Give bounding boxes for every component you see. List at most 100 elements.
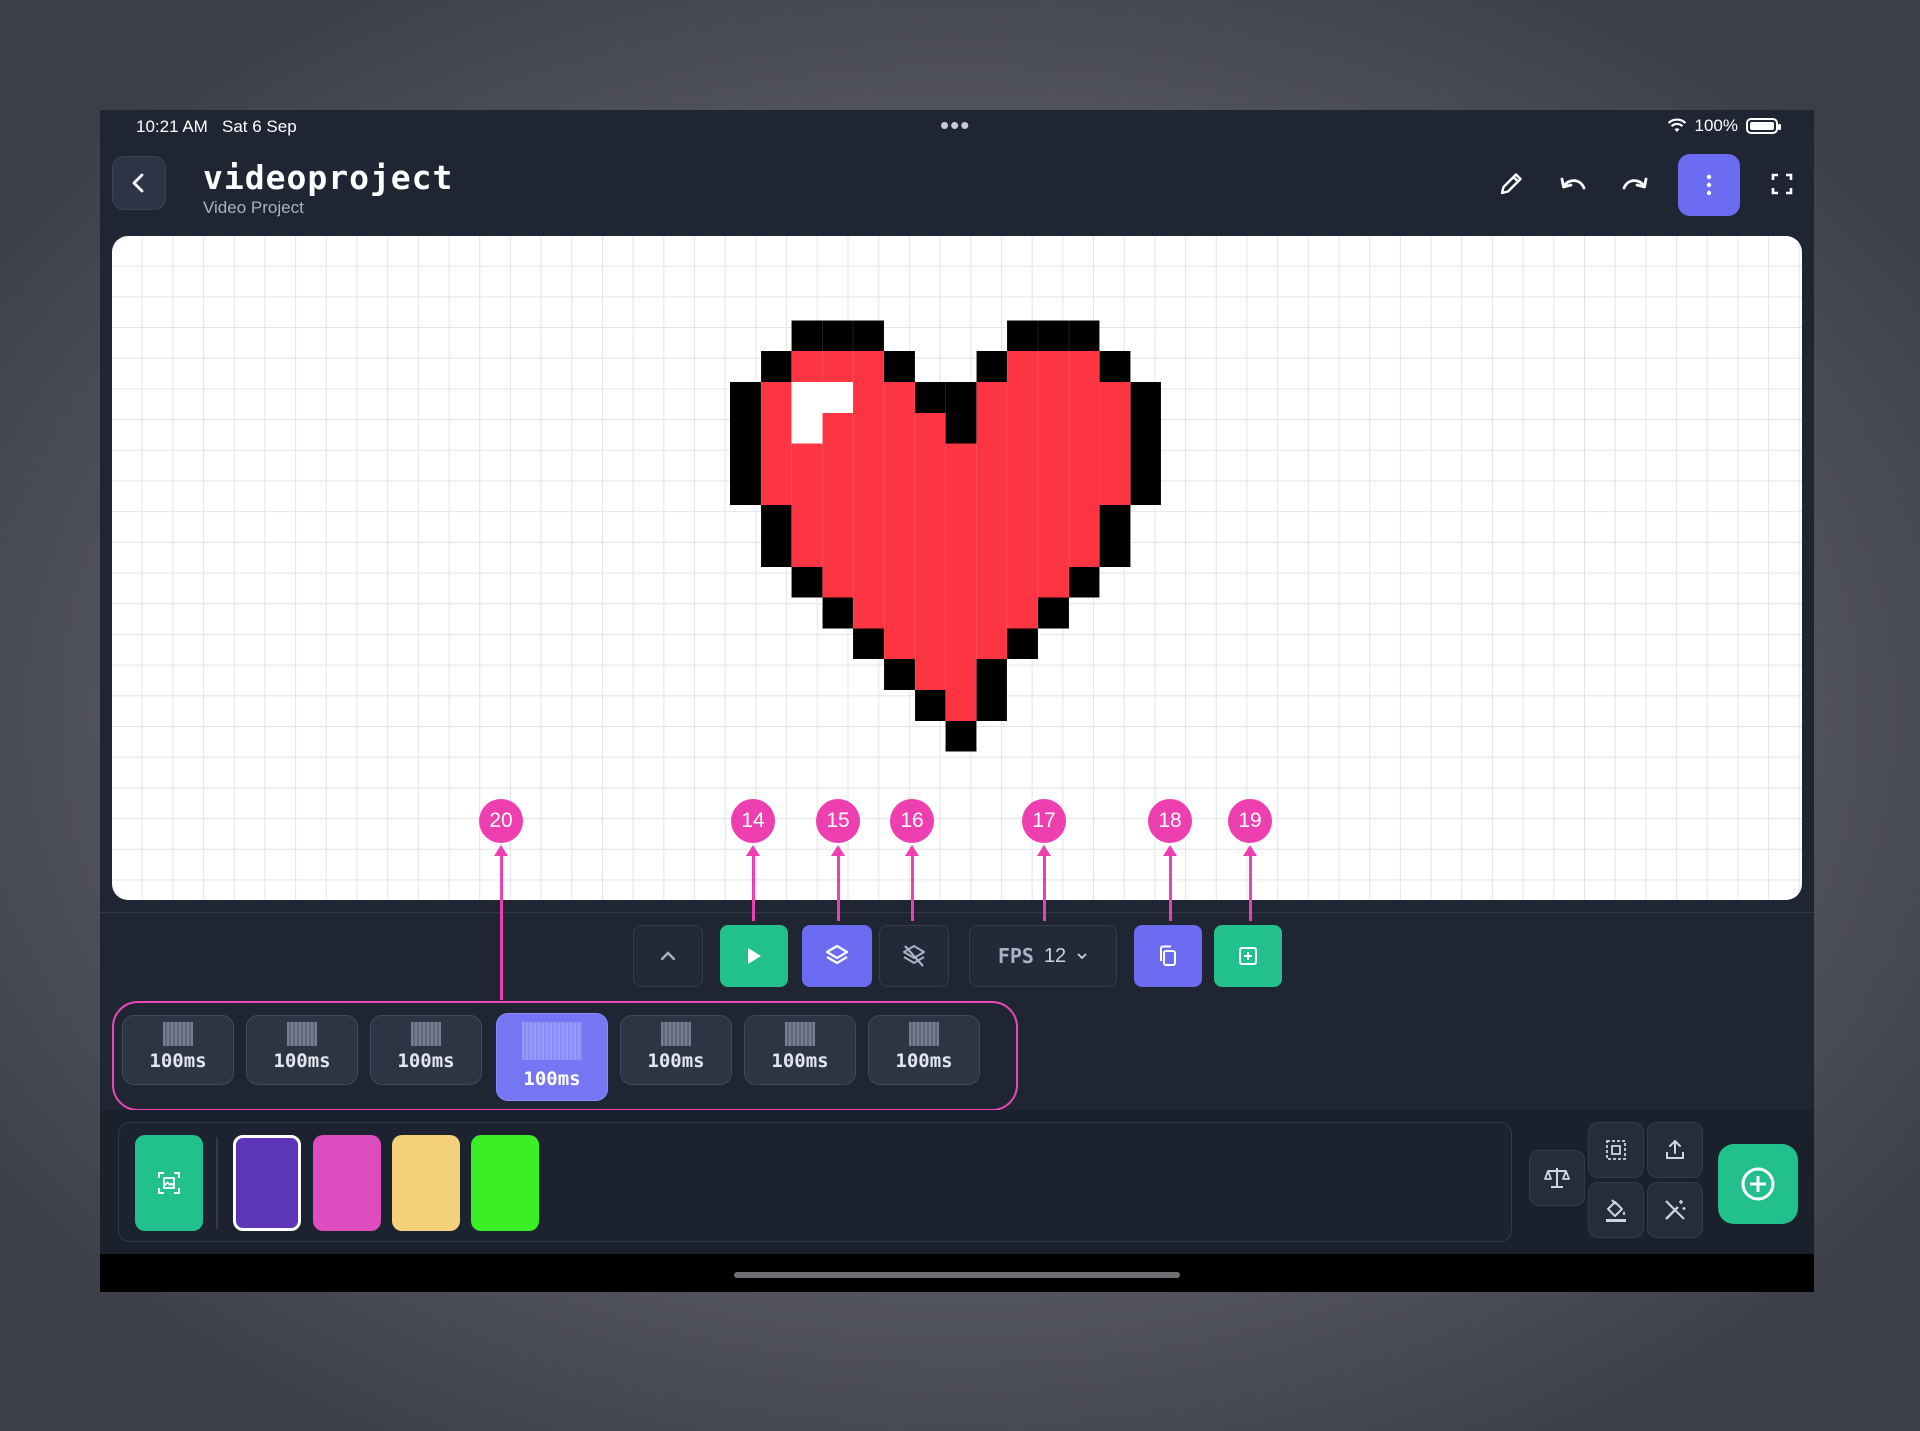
heart-pixel: [1130, 443, 1162, 475]
heart-pixel: [1068, 320, 1100, 352]
color-swatch-selected[interactable]: [233, 1135, 301, 1231]
layers-off-button[interactable]: [879, 925, 949, 987]
drawing-canvas[interactable]: [112, 236, 1802, 900]
callout-14: 14: [731, 799, 775, 843]
heart-pixel: [1007, 566, 1038, 598]
frame-thumbnail: [661, 1022, 691, 1046]
heart-pixel: [853, 566, 884, 598]
heart-pixel: [760, 536, 792, 567]
color-swatch[interactable]: [471, 1135, 539, 1231]
heart-pixel: [853, 474, 884, 506]
magic-clear-button[interactable]: [1647, 1182, 1703, 1238]
heart-pixel: [976, 597, 1008, 629]
frame-item[interactable]: 100ms: [122, 1015, 234, 1085]
frame-item[interactable]: 100ms: [246, 1015, 358, 1085]
add-button[interactable]: [1718, 1144, 1798, 1224]
undo-button[interactable]: [1551, 162, 1595, 206]
heart-pixel: [1038, 505, 1069, 536]
fps-label: FPS: [997, 944, 1034, 968]
frame-item-active[interactable]: 100ms: [496, 1013, 608, 1101]
heart-pixel: [1007, 443, 1038, 475]
heart-pixel: [976, 474, 1008, 506]
heart-pixel: [914, 412, 946, 444]
heart-pixel: [976, 412, 1008, 444]
frame-item[interactable]: 100ms: [370, 1015, 482, 1085]
heart-pixel: [884, 536, 915, 567]
heart-pixel: [914, 443, 946, 475]
select-area-button[interactable]: [1588, 1122, 1644, 1178]
image-import-button[interactable]: [135, 1135, 203, 1231]
heart-pixel: [945, 443, 977, 475]
play-button[interactable]: [720, 925, 788, 987]
chevron-down-icon: [1077, 953, 1087, 960]
heart-pixel: [884, 566, 915, 598]
heart-pixel: [822, 597, 854, 629]
heart-pixel: [822, 474, 854, 506]
heart-pixel: [730, 412, 761, 444]
heart-pixel: [945, 690, 977, 721]
heart-pixel: [760, 412, 792, 444]
chevron-up-icon: [660, 951, 676, 961]
fill-tool-button[interactable]: [1588, 1182, 1644, 1238]
multitask-dots[interactable]: •••: [940, 110, 970, 141]
heart-pixel: [1038, 382, 1069, 413]
heart-pixel: [1068, 505, 1100, 536]
pencil-button[interactable]: [1489, 162, 1533, 206]
balance-button[interactable]: [1529, 1150, 1585, 1206]
wifi-icon: [1667, 118, 1686, 132]
color-swatch[interactable]: [392, 1135, 460, 1231]
heart-pixel: [1007, 474, 1038, 506]
heart-pixel: [791, 536, 823, 567]
redo-button[interactable]: [1613, 162, 1657, 206]
heart-pixel: [884, 382, 915, 413]
callout-arrow: [1037, 845, 1051, 856]
heart-pixel: [976, 659, 1008, 690]
frame-thumbnail: [522, 1022, 582, 1060]
heart-pixel: [914, 536, 946, 567]
frame-thumbnail: [163, 1022, 193, 1046]
heart-pixel: [1038, 412, 1069, 444]
heart-pixel: [791, 566, 823, 598]
heart-pixel: [822, 443, 854, 475]
palette-divider: [216, 1137, 218, 1229]
scale-icon: [1544, 1168, 1570, 1188]
project-title: videoproject: [203, 158, 454, 197]
add-frame-button[interactable]: [1214, 925, 1282, 987]
home-indicator[interactable]: [734, 1272, 1180, 1278]
duplicate-frame-button[interactable]: [1134, 925, 1202, 987]
callout-arrow: [905, 845, 919, 856]
heart-pixel: [760, 382, 792, 413]
fullscreen-button[interactable]: [1760, 162, 1804, 206]
onion-skin-button[interactable]: [802, 925, 872, 987]
callout-line: [1249, 855, 1252, 921]
back-button[interactable]: [112, 156, 166, 210]
heart-pixel: [853, 628, 884, 660]
chevron-left-icon: [132, 173, 144, 193]
fps-selector[interactable]: FPS 12: [969, 925, 1117, 987]
color-swatch[interactable]: [313, 1135, 381, 1231]
heart-pixel: [884, 628, 915, 660]
frame-item[interactable]: 100ms: [868, 1015, 980, 1085]
heart-pixel: [945, 720, 977, 752]
expand-panel-button[interactable]: [633, 925, 703, 987]
heart-pixel: [1038, 597, 1069, 629]
pixel-heart-art: [730, 320, 1162, 752]
heart-pixel: [1007, 597, 1038, 629]
image-frame-icon: [158, 1172, 180, 1194]
callout-17: 17: [1022, 799, 1066, 843]
frame-item[interactable]: 100ms: [744, 1015, 856, 1085]
heart-pixel: [1099, 351, 1131, 382]
heart-pixel: [822, 382, 854, 413]
heart-pixel: [730, 443, 761, 475]
heart-pixel: [1068, 536, 1100, 567]
heart-pixel: [945, 597, 977, 629]
select-frame-icon: [1606, 1140, 1626, 1160]
export-button[interactable]: [1647, 1122, 1703, 1178]
layers-icon: [825, 944, 849, 965]
frame-item[interactable]: 100ms: [620, 1015, 732, 1085]
heart-pixel: [914, 690, 946, 721]
frame-duration: 100ms: [397, 1050, 455, 1072]
heart-pixel: [1068, 351, 1100, 382]
frame-duration: 100ms: [523, 1068, 581, 1090]
more-menu-button[interactable]: [1678, 154, 1740, 216]
